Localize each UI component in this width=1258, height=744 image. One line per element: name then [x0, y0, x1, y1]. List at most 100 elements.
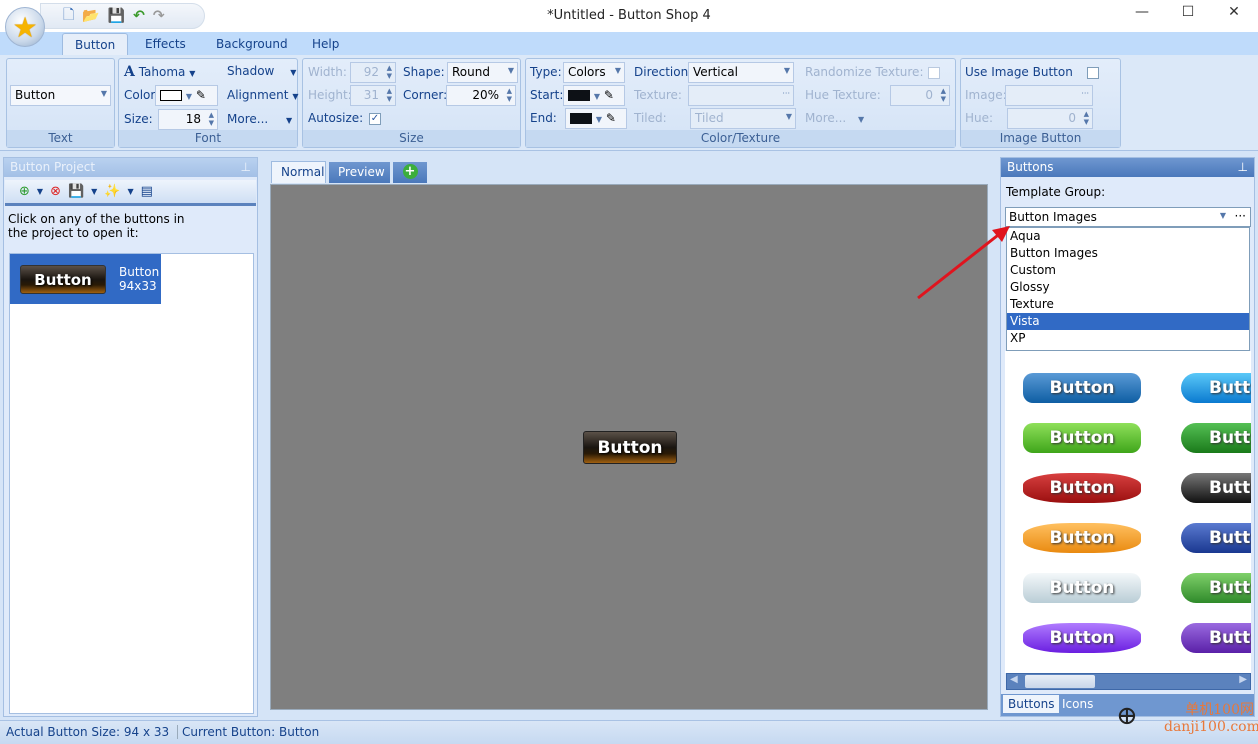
height-spinner[interactable]: 31 ▲ ▼	[350, 85, 396, 106]
scroll-right-icon[interactable]: ▶	[1239, 674, 1247, 685]
gallery-button-template[interactable]: Button	[1023, 523, 1141, 553]
direction-select[interactable]: Vertical ▼	[688, 62, 794, 83]
dropdown-option[interactable]: Aqua	[1007, 228, 1249, 245]
editor-area: Normal Preview + Button	[268, 157, 992, 717]
gallery-button-template[interactable]: Butto	[1181, 573, 1251, 603]
dropdown-option[interactable]: Glossy	[1007, 279, 1249, 296]
gallery-button-template[interactable]: Button	[1023, 373, 1141, 403]
template-group-dropdown: Aqua Button Images Custom Glossy Texture Vist…	[1006, 227, 1250, 351]
document-icon[interactable]: ▤	[141, 184, 153, 199]
eyedropper-icon[interactable]: ✎	[196, 88, 206, 102]
gallery-button-template[interactable]: Butto	[1181, 623, 1251, 653]
gallery-button-template[interactable]: Butto	[1181, 523, 1251, 553]
eyedropper-icon[interactable]: ✎	[604, 88, 614, 102]
horizontal-scrollbar[interactable]: ◀ ▶	[1006, 673, 1251, 690]
save-icon[interactable]: 💾	[108, 8, 125, 24]
open-folder-icon[interactable]: 📂	[82, 8, 99, 24]
pin-icon[interactable]: ⊥	[1238, 160, 1248, 174]
type-label: Type:	[530, 65, 562, 79]
color-label: Color:	[124, 88, 160, 102]
dropdown-option[interactable]: XP	[1007, 330, 1249, 347]
tab-icons[interactable]: Icons	[1059, 695, 1096, 713]
group-label: Color/Texture	[526, 130, 955, 147]
group-label: Font	[119, 130, 297, 147]
type-select[interactable]: Colors ▼	[563, 62, 625, 83]
save-icon[interactable]: 💾	[68, 184, 84, 199]
tab-normal[interactable]: Normal	[271, 161, 326, 183]
tab-buttons[interactable]: Buttons	[1003, 695, 1060, 713]
gallery-button-template[interactable]: Button	[1023, 573, 1141, 603]
template-group-select[interactable]: Button Images ▼ ···	[1005, 207, 1251, 227]
size-label: Size:	[124, 112, 153, 126]
redo-icon[interactable]: ↷	[153, 8, 165, 24]
more-icon[interactable]: ···	[1235, 209, 1246, 223]
shape-select[interactable]: Round ▼	[447, 62, 518, 83]
text-input[interactable]: Button ▼	[10, 85, 111, 106]
randomize-texture-checkbox[interactable]	[928, 67, 940, 79]
corner-spinner[interactable]: 20% ▲ ▼	[446, 85, 516, 106]
gallery-button-template[interactable]: Butto	[1181, 373, 1251, 403]
scroll-left-icon[interactable]: ◀	[1010, 674, 1018, 685]
hue-texture-spinner[interactable]: 0 ▲ ▼	[890, 85, 950, 106]
project-list: Button Button 94x33	[9, 253, 254, 714]
group-image-button: Use Image Button Image: ··· Hue: 0 ▲ ▼ Ima…	[960, 58, 1121, 148]
tab-preview[interactable]: Preview	[329, 162, 390, 183]
autosize-checkbox[interactable]: ✓	[369, 113, 381, 125]
hue-spinner[interactable]: 0 ▲ ▼	[1007, 108, 1093, 129]
corner-label: Corner:	[403, 88, 448, 102]
plus-icon: +	[402, 164, 418, 179]
font-color-picker[interactable]: ▼ ✎	[155, 85, 218, 106]
dropdown-option[interactable]: Custom	[1007, 262, 1249, 279]
project-item-thumbnail: Button	[20, 265, 106, 294]
magic-wand-icon[interactable]: ✨	[104, 184, 120, 199]
app-menu-star-icon[interactable]: ★	[5, 7, 45, 47]
actual-size-label: Actual Button Size:	[6, 725, 121, 739]
add-button-icon[interactable]: ⊕	[19, 184, 30, 199]
gallery-button-template[interactable]: Button	[1023, 423, 1141, 453]
tab-button[interactable]: Button	[62, 33, 129, 56]
add-tab-button[interactable]: +	[393, 162, 427, 183]
panel-title: Button Project	[10, 160, 96, 174]
image-field[interactable]: ···	[1005, 85, 1093, 106]
font-size-spinner[interactable]: 18 ▲ ▼	[158, 109, 218, 130]
gallery-button-template[interactable]: Butto	[1181, 423, 1251, 453]
canvas-button-preview[interactable]: Button	[583, 431, 677, 464]
start-color-picker[interactable]: ▼ ✎	[563, 85, 625, 106]
panel-header: Button Project ⊥	[4, 158, 257, 177]
end-color-picker[interactable]: ▼ ✎	[565, 108, 627, 129]
shadow-menu[interactable]: Shadow ▼	[227, 64, 296, 78]
project-item[interactable]: Button Button 94x33	[10, 254, 161, 304]
more-texture-menu[interactable]: More... ▼	[805, 111, 864, 125]
new-file-icon[interactable]: 🗋	[63, 4, 74, 28]
dropdown-option[interactable]: Vista	[1007, 313, 1249, 330]
eyedropper-icon[interactable]: ✎	[606, 111, 616, 125]
scrollbar-thumb[interactable]	[1025, 675, 1095, 688]
gallery-button-template[interactable]: Button	[1023, 473, 1141, 503]
maximize-button[interactable]: ☐	[1176, 4, 1200, 24]
height-label: Height:	[308, 88, 352, 102]
tab-effects[interactable]: Effects	[133, 33, 198, 56]
undo-icon[interactable]: ↶	[133, 8, 145, 24]
pin-icon[interactable]: ⊥	[241, 160, 251, 174]
dropdown-option[interactable]: Button Images	[1007, 245, 1249, 262]
close-button[interactable]: ✕	[1222, 4, 1246, 24]
font-select[interactable]: A Tahoma ▼	[124, 64, 195, 80]
tiled-select[interactable]: Tiled ▼	[690, 108, 796, 129]
alignment-menu[interactable]: Alignment ▼	[227, 88, 298, 102]
panel-title: Buttons	[1007, 160, 1054, 174]
use-image-button-checkbox[interactable]	[1087, 67, 1099, 79]
width-label: Width:	[308, 65, 347, 79]
tab-help[interactable]: Help	[300, 33, 351, 56]
tab-background[interactable]: Background	[204, 33, 300, 56]
gallery-button-template[interactable]: Butto	[1181, 473, 1251, 503]
ribbon: Button ▼ Text A Tahoma ▼ Shadow ▼ Color: …	[0, 55, 1258, 151]
dropdown-option[interactable]: Texture	[1007, 296, 1249, 313]
delete-button-icon[interactable]: ⊗	[50, 184, 61, 199]
design-canvas[interactable]: Button	[270, 184, 988, 710]
more-font-menu[interactable]: More... ▼	[227, 112, 292, 126]
texture-field[interactable]: ···	[688, 85, 794, 106]
gallery-button-template[interactable]: Button	[1023, 623, 1141, 653]
width-spinner[interactable]: 92 ▲ ▼	[350, 62, 396, 83]
start-label: Start:	[530, 88, 564, 102]
minimize-button[interactable]: —	[1130, 4, 1154, 24]
